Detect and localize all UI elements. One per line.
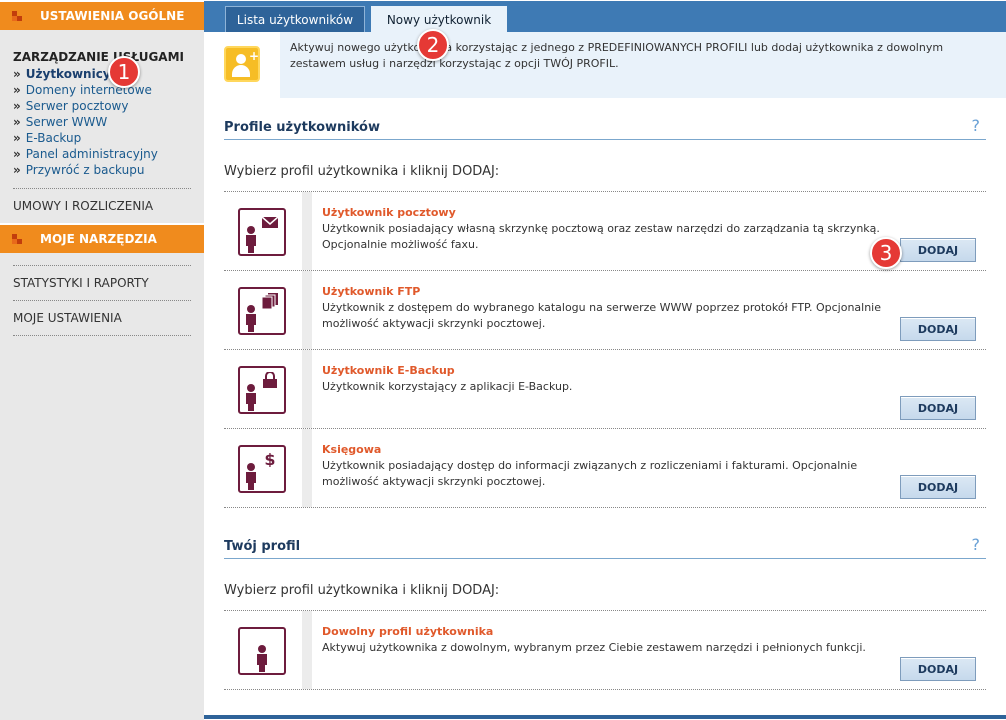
accountant-user-icon: $ <box>238 445 286 493</box>
profile-desc: Użytkownik korzystający z aplikacji E-Ba… <box>322 380 573 393</box>
profile-title: Użytkownik E-Backup <box>322 364 455 377</box>
main-content: Lista użytkowników Nowy użytkownik + Akt… <box>204 0 1006 720</box>
profile-desc: Użytkownik posiadający dostęp do informa… <box>322 459 858 488</box>
profiles-section: Profile użytkowników ? Wybierz profil uż… <box>224 116 986 508</box>
profile-row-accountant: $ Księgowa Użytkownik posiadający dostęp… <box>224 429 986 508</box>
profile-title: Księgowa <box>322 443 382 456</box>
help-icon[interactable]: ? <box>972 116 981 135</box>
add-user-icon: + <box>224 46 260 82</box>
sidebar-item-mail-server[interactable]: Serwer pocztowy <box>13 98 191 114</box>
sidebar-item-my-settings[interactable]: MOJE USTAWIENIA <box>0 301 204 335</box>
profile-row-custom: Dowolny profil użytkownika Aktywuj użytk… <box>224 611 986 690</box>
header-general-label: USTAWIENIA OGÓLNE <box>40 9 185 23</box>
add-accountant-user-button[interactable]: DODAJ <box>900 475 976 499</box>
custom-profile-section: Twój profil ? Wybierz profil użytkownika… <box>224 535 986 690</box>
profile-row-ebackup: Użytkownik E-Backup Użytkownik korzystaj… <box>224 350 986 429</box>
services-section: ZARZĄDZANIE USŁUGAMI Użytkownicy Domeny … <box>13 50 191 178</box>
tab-user-list[interactable]: Lista użytkowników <box>225 6 365 33</box>
orange-squares-icon <box>12 11 22 21</box>
profile-title: Użytkownik pocztowy <box>322 206 456 219</box>
add-ebackup-user-button[interactable]: DODAJ <box>900 396 976 420</box>
custom-user-icon <box>238 627 286 675</box>
profiles-section-head: Profile użytkowników ? <box>224 116 986 140</box>
add-ftp-user-button[interactable]: DODAJ <box>900 317 976 341</box>
tab-new-user[interactable]: Nowy użytkownik <box>371 6 507 33</box>
sidebar-item-restore-backup[interactable]: Przywróć z backupu <box>13 162 191 178</box>
backup-user-icon <box>238 366 286 414</box>
profiles-section-subtitle: Wybierz profil użytkownika i kliknij DOD… <box>224 164 986 192</box>
sidebar-item-stats[interactable]: STATYSTYKI I RAPORTY <box>0 266 204 300</box>
sidebar-item-domains[interactable]: Domeny internetowe <box>13 82 191 98</box>
profile-title: Użytkownik FTP <box>322 285 421 298</box>
mail-user-icon <box>238 208 286 256</box>
bottom-border <box>204 715 1006 719</box>
profile-desc: Użytkownik posiadający własną skrzynkę p… <box>322 222 880 251</box>
custom-section-head: Twój profil ? <box>224 535 986 559</box>
info-bar: + Aktywuj nowego użytkownika korzystając… <box>204 32 1006 98</box>
profile-desc: Użytkownik z dostępem do wybranego katal… <box>322 301 882 330</box>
svg-text:$: $ <box>264 451 275 467</box>
callout-marker-3: 3 <box>870 237 902 269</box>
profile-desc: Aktywuj użytkownika z dowolnym, wybranym… <box>322 641 866 654</box>
callout-marker-1: 1 <box>108 56 140 88</box>
sidebar-item-contracts[interactable]: UMOWY I ROZLICZENIA <box>0 189 204 223</box>
custom-section-subtitle: Wybierz profil użytkownika i kliknij DOD… <box>224 583 986 611</box>
header-tools-label: MOJE NARZĘDZIA <box>40 232 157 246</box>
sidebar-item-www-server[interactable]: Serwer WWW <box>13 114 191 130</box>
orange-squares-icon <box>12 234 22 244</box>
profile-row-ftp: Użytkownik FTP Użytkownik z dostępem do … <box>224 271 986 350</box>
services-title: ZARZĄDZANIE USŁUGAMI <box>13 50 184 64</box>
custom-section-title: Twój profil <box>224 539 301 554</box>
sidebar-item-ebackup[interactable]: E-Backup <box>13 130 191 146</box>
services-links: Użytkownicy Domeny internetowe Serwer po… <box>13 66 191 178</box>
sidebar: USTAWIENIA OGÓLNE ZARZĄDZANIE USŁUGAMI U… <box>0 0 204 720</box>
help-icon[interactable]: ? <box>972 535 981 554</box>
divider <box>13 335 191 336</box>
profiles-section-title: Profile użytkowników <box>224 120 380 135</box>
info-icon-box: + <box>204 32 280 98</box>
profile-title: Dowolny profil użytkownika <box>322 625 494 638</box>
sidebar-item-admin-panel[interactable]: Panel administracyjny <box>13 146 191 162</box>
add-custom-user-button[interactable]: DODAJ <box>900 657 976 681</box>
callout-marker-2: 2 <box>417 29 449 61</box>
header-general-settings[interactable]: USTAWIENIA OGÓLNE <box>0 0 204 30</box>
ftp-user-icon <box>238 287 286 335</box>
header-my-tools[interactable]: MOJE NARZĘDZIA <box>0 223 204 253</box>
sidebar-item-users[interactable]: Użytkownicy <box>13 66 191 82</box>
info-text: Aktywuj nowego użytkownika korzystając z… <box>290 41 944 70</box>
add-mail-user-button[interactable]: DODAJ <box>900 238 976 262</box>
tab-bar: Lista użytkowników Nowy użytkownik <box>204 0 1006 33</box>
